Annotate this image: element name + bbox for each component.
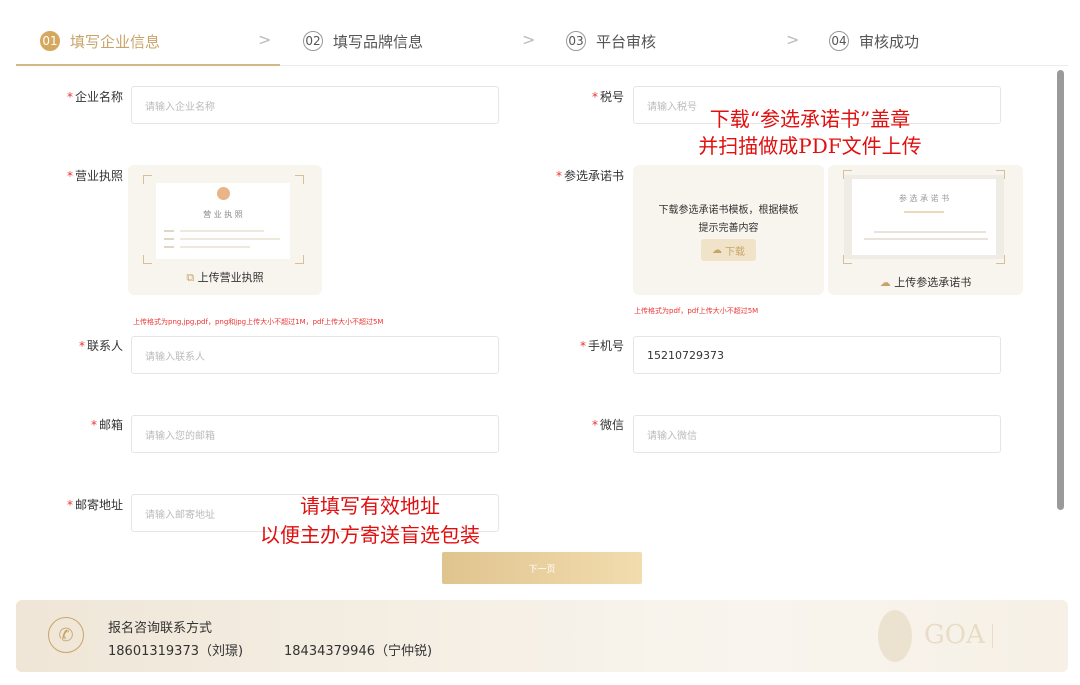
active-step-indicator [16, 64, 280, 66]
download-button-label: 下载 [725, 246, 745, 258]
step-4[interactable]: 04 审核成功 [829, 30, 919, 52]
step-2[interactable]: 02 填写品牌信息 [303, 30, 423, 52]
phone-label: * 手机号 [579, 339, 624, 353]
emblem-icon [217, 187, 230, 200]
note-line: 下载“参选承诺书”盖章 [709, 107, 911, 131]
chevron-right-icon: > [786, 30, 800, 49]
tax-number-label: * 税号 [591, 90, 624, 104]
contact-person-label: * 联系人 [78, 339, 123, 353]
step-number: 02 [303, 31, 323, 51]
company-name-label: * 企业名称 [66, 90, 123, 104]
placeholder-line [180, 246, 250, 248]
upload-commitment-action[interactable]: ☁ 上传参选承诺书 [828, 274, 1023, 290]
phone-input[interactable]: 15210729373 [633, 336, 1001, 374]
upload-commitment-label: 上传参选承诺书 [894, 276, 972, 289]
goa-seal-logo [878, 610, 912, 662]
step-number: 04 [829, 31, 849, 51]
commitment-annotation: 下载“参选承诺书”盖章 并扫描做成PDF文件上传 [690, 106, 930, 160]
frame-corner [295, 255, 304, 264]
phone-icon: ✆ [48, 617, 84, 653]
contact-phone-1[interactable]: 18601319373（刘璟) [108, 640, 243, 659]
download-template-button[interactable]: ☁ 下载 [701, 239, 756, 261]
chevron-right-icon: > [522, 30, 536, 49]
contact-person-input[interactable]: 请输入联系人 [131, 336, 499, 374]
download-cloud-icon: ☁ [712, 244, 722, 256]
logo-divider [992, 624, 993, 648]
note-line: 并扫描做成PDF文件上传 [698, 134, 922, 158]
goa-logo-text: GOA [924, 620, 985, 650]
email-label: * 邮箱 [90, 418, 123, 432]
placeholder-line [164, 246, 174, 248]
paper: 参 选 承 诺 书 [852, 179, 996, 255]
step-1[interactable]: 01 填写企业信息 [40, 30, 160, 52]
commitment-upload-hint: 上传格式为pdf，pdf上传大小不超过5M [634, 307, 759, 315]
frame-corner [143, 175, 152, 184]
upload-cloud-icon: ☁ [879, 276, 891, 289]
placeholder-line [180, 230, 264, 232]
business-license-upload[interactable]: 营 业 执 照 ⧉ 上传营业执照 [128, 165, 322, 295]
contact-banner: ✆ 报名咨询联系方式 18601319373（刘璟) 18434379946（宁… [16, 600, 1068, 672]
step-number: 01 [40, 31, 60, 51]
step-3[interactable]: 03 平台审核 [566, 30, 656, 52]
placeholder-line [164, 230, 174, 232]
frame-corner [143, 255, 152, 264]
email-input[interactable]: 请输入您的邮箱 [131, 415, 499, 453]
note-line: 请填写有效地址 [300, 494, 440, 518]
step-number: 03 [566, 31, 586, 51]
chevron-right-icon: > [258, 30, 272, 49]
placeholder-line [874, 231, 986, 233]
commitment-download-desc: 下载参选承诺书模板，根据模板 提示完善内容 [633, 202, 824, 238]
commitment-card-title: 参 选 承 诺 书 [898, 194, 950, 203]
license-illustration: 营 业 执 照 [156, 183, 290, 259]
upload-license-label: 上传营业执照 [197, 271, 264, 284]
step-label: 填写品牌信息 [333, 32, 424, 51]
contact-phone-2[interactable]: 18434379946（宁仲锐) [284, 640, 432, 659]
placeholder-line [904, 211, 944, 213]
license-upload-hint: 上传格式为png,jpg,pdf，png和jpg上传大小不超过1M，pdf上传大… [133, 318, 384, 326]
desc-line: 下载参选承诺书模板，根据模板 [658, 205, 799, 216]
step-label: 填写企业信息 [70, 32, 161, 51]
next-page-button[interactable]: 下一页 [442, 552, 642, 584]
step-label: 审核成功 [859, 32, 920, 51]
upload-license-action[interactable]: ⧉ 上传营业执照 [128, 269, 322, 285]
step-label: 平台审核 [596, 32, 657, 51]
commitment-illustration: 参 选 承 诺 书 [844, 175, 1004, 259]
license-card-title: 营 业 执 照 [203, 210, 243, 219]
frame-corner [295, 175, 304, 184]
mail-address-label: * 邮寄地址 [66, 498, 123, 512]
commitment-label: * 参选承诺书 [555, 169, 624, 183]
image-upload-icon: ⧉ [186, 271, 195, 284]
stepper: 01 填写企业信息 > 02 填写品牌信息 > 03 平台审核 > 04 审核成… [0, 0, 1080, 66]
placeholder-line [164, 238, 174, 240]
desc-line: 提示完善内容 [698, 223, 759, 234]
business-license-label: * 营业执照 [66, 169, 123, 183]
company-name-input[interactable]: 请输入企业名称 [131, 86, 499, 124]
note-line: 以便主办方寄送盲选包装 [260, 523, 480, 547]
wechat-label: * 微信 [591, 418, 624, 432]
wechat-input[interactable]: 请输入微信 [633, 415, 1001, 453]
commitment-upload[interactable]: 参 选 承 诺 书 ☁ 上传参选承诺书 [828, 165, 1023, 295]
address-annotation: 请填写有效地址 以便主办方寄送盲选包装 [240, 492, 500, 550]
commitment-download-card: 下载参选承诺书模板，根据模板 提示完善内容 ☁ 下载 [633, 165, 824, 295]
placeholder-line [864, 238, 988, 240]
contact-title: 报名咨询联系方式 [108, 621, 213, 636]
form-scrollbar[interactable] [1057, 70, 1064, 510]
placeholder-line [180, 238, 280, 240]
